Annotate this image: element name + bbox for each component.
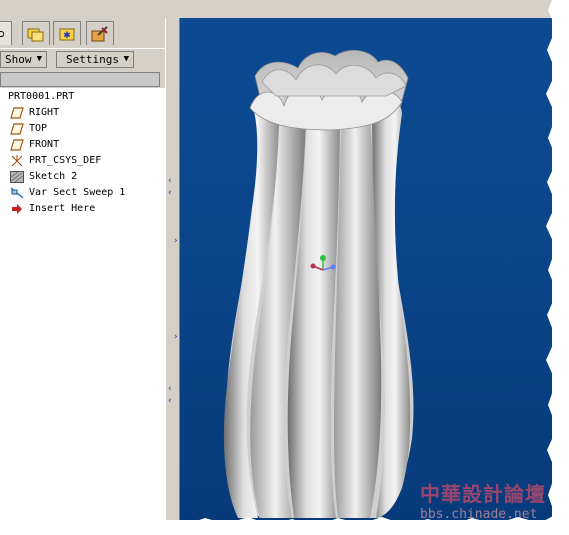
show-menu-button[interactable]: Show ▼ <box>0 51 47 68</box>
folder-browser-icon <box>27 28 44 41</box>
datum-plane-icon <box>10 139 24 151</box>
chevron-down-icon: ▼ <box>123 54 129 64</box>
tab-favorites[interactable]: ✱ <box>53 21 81 45</box>
svg-text:✱: ✱ <box>63 31 71 41</box>
tree-item-label: Sketch 2 <box>29 171 78 182</box>
tab-connections[interactable] <box>86 21 114 45</box>
graphics-viewport[interactable] <box>180 18 552 520</box>
settings-menu-label: Settings <box>66 53 119 66</box>
collapse-left-icon[interactable]: ‹ <box>168 188 172 198</box>
connections-icon <box>91 25 108 41</box>
coordinate-system-icon <box>11 155 23 167</box>
tree-item-label: TOP <box>29 123 48 134</box>
expand-right-icon[interactable]: › <box>174 236 178 246</box>
show-menu-label: Show <box>5 53 32 66</box>
tree-item-label: PRT_CSYS_DEF <box>29 155 102 166</box>
model-tree: PRT0001.PRT RIGHT TOP FRONT PRT_CSYS_DEF… <box>0 88 166 520</box>
forum-watermark: 中華設計論壇 bbs.chinade.net <box>412 478 552 520</box>
tree-item-label: Insert Here <box>29 203 96 214</box>
datum-plane-icon <box>10 123 24 135</box>
collapse-left-icon[interactable]: ‹ <box>168 176 172 186</box>
expand-right-icon[interactable]: › <box>174 332 178 342</box>
tree-item-label: RIGHT <box>29 107 60 118</box>
collapse-left-icon[interactable]: ‹ <box>168 396 172 406</box>
collapse-left-icon[interactable]: ‹ <box>168 384 172 394</box>
tab-folder-browser[interactable] <box>22 21 50 45</box>
tree-item-label: Var Sect Sweep 1 <box>29 187 126 198</box>
settings-menu-button[interactable]: Settings ▼ <box>56 51 134 68</box>
vase-model[interactable] <box>180 18 552 520</box>
sketch-icon <box>10 171 24 183</box>
model-tree-menubar: Show ▼ Settings ▼ <box>0 48 165 71</box>
tree-item-label: PRT0001.PRT <box>8 91 75 102</box>
proe-window: ᴑ ✱ Show ▼ Settings ▼ PRT0001.PRT RIGHT … <box>0 0 552 520</box>
navigator-splitter[interactable]: ‹ ‹ › › ‹ ‹ <box>165 18 180 520</box>
watermark-url-text: bbs.chinade.net <box>420 507 538 520</box>
tab-model-tree[interactable]: ᴑ <box>0 21 12 45</box>
model-tree-icon: ᴑ <box>0 27 5 40</box>
navigator-tab-bar: ᴑ ✱ <box>0 18 160 48</box>
chevron-down-icon: ▼ <box>36 54 42 64</box>
favorites-icon: ✱ <box>59 28 75 41</box>
watermark-chinese-text: 中華設計論壇 <box>420 482 546 506</box>
sweep-icon <box>10 187 24 199</box>
insert-arrow-icon <box>12 204 22 214</box>
tree-item-label: FRONT <box>29 139 60 150</box>
model-tree-header-bar <box>0 72 160 87</box>
datum-plane-icon <box>10 107 24 119</box>
